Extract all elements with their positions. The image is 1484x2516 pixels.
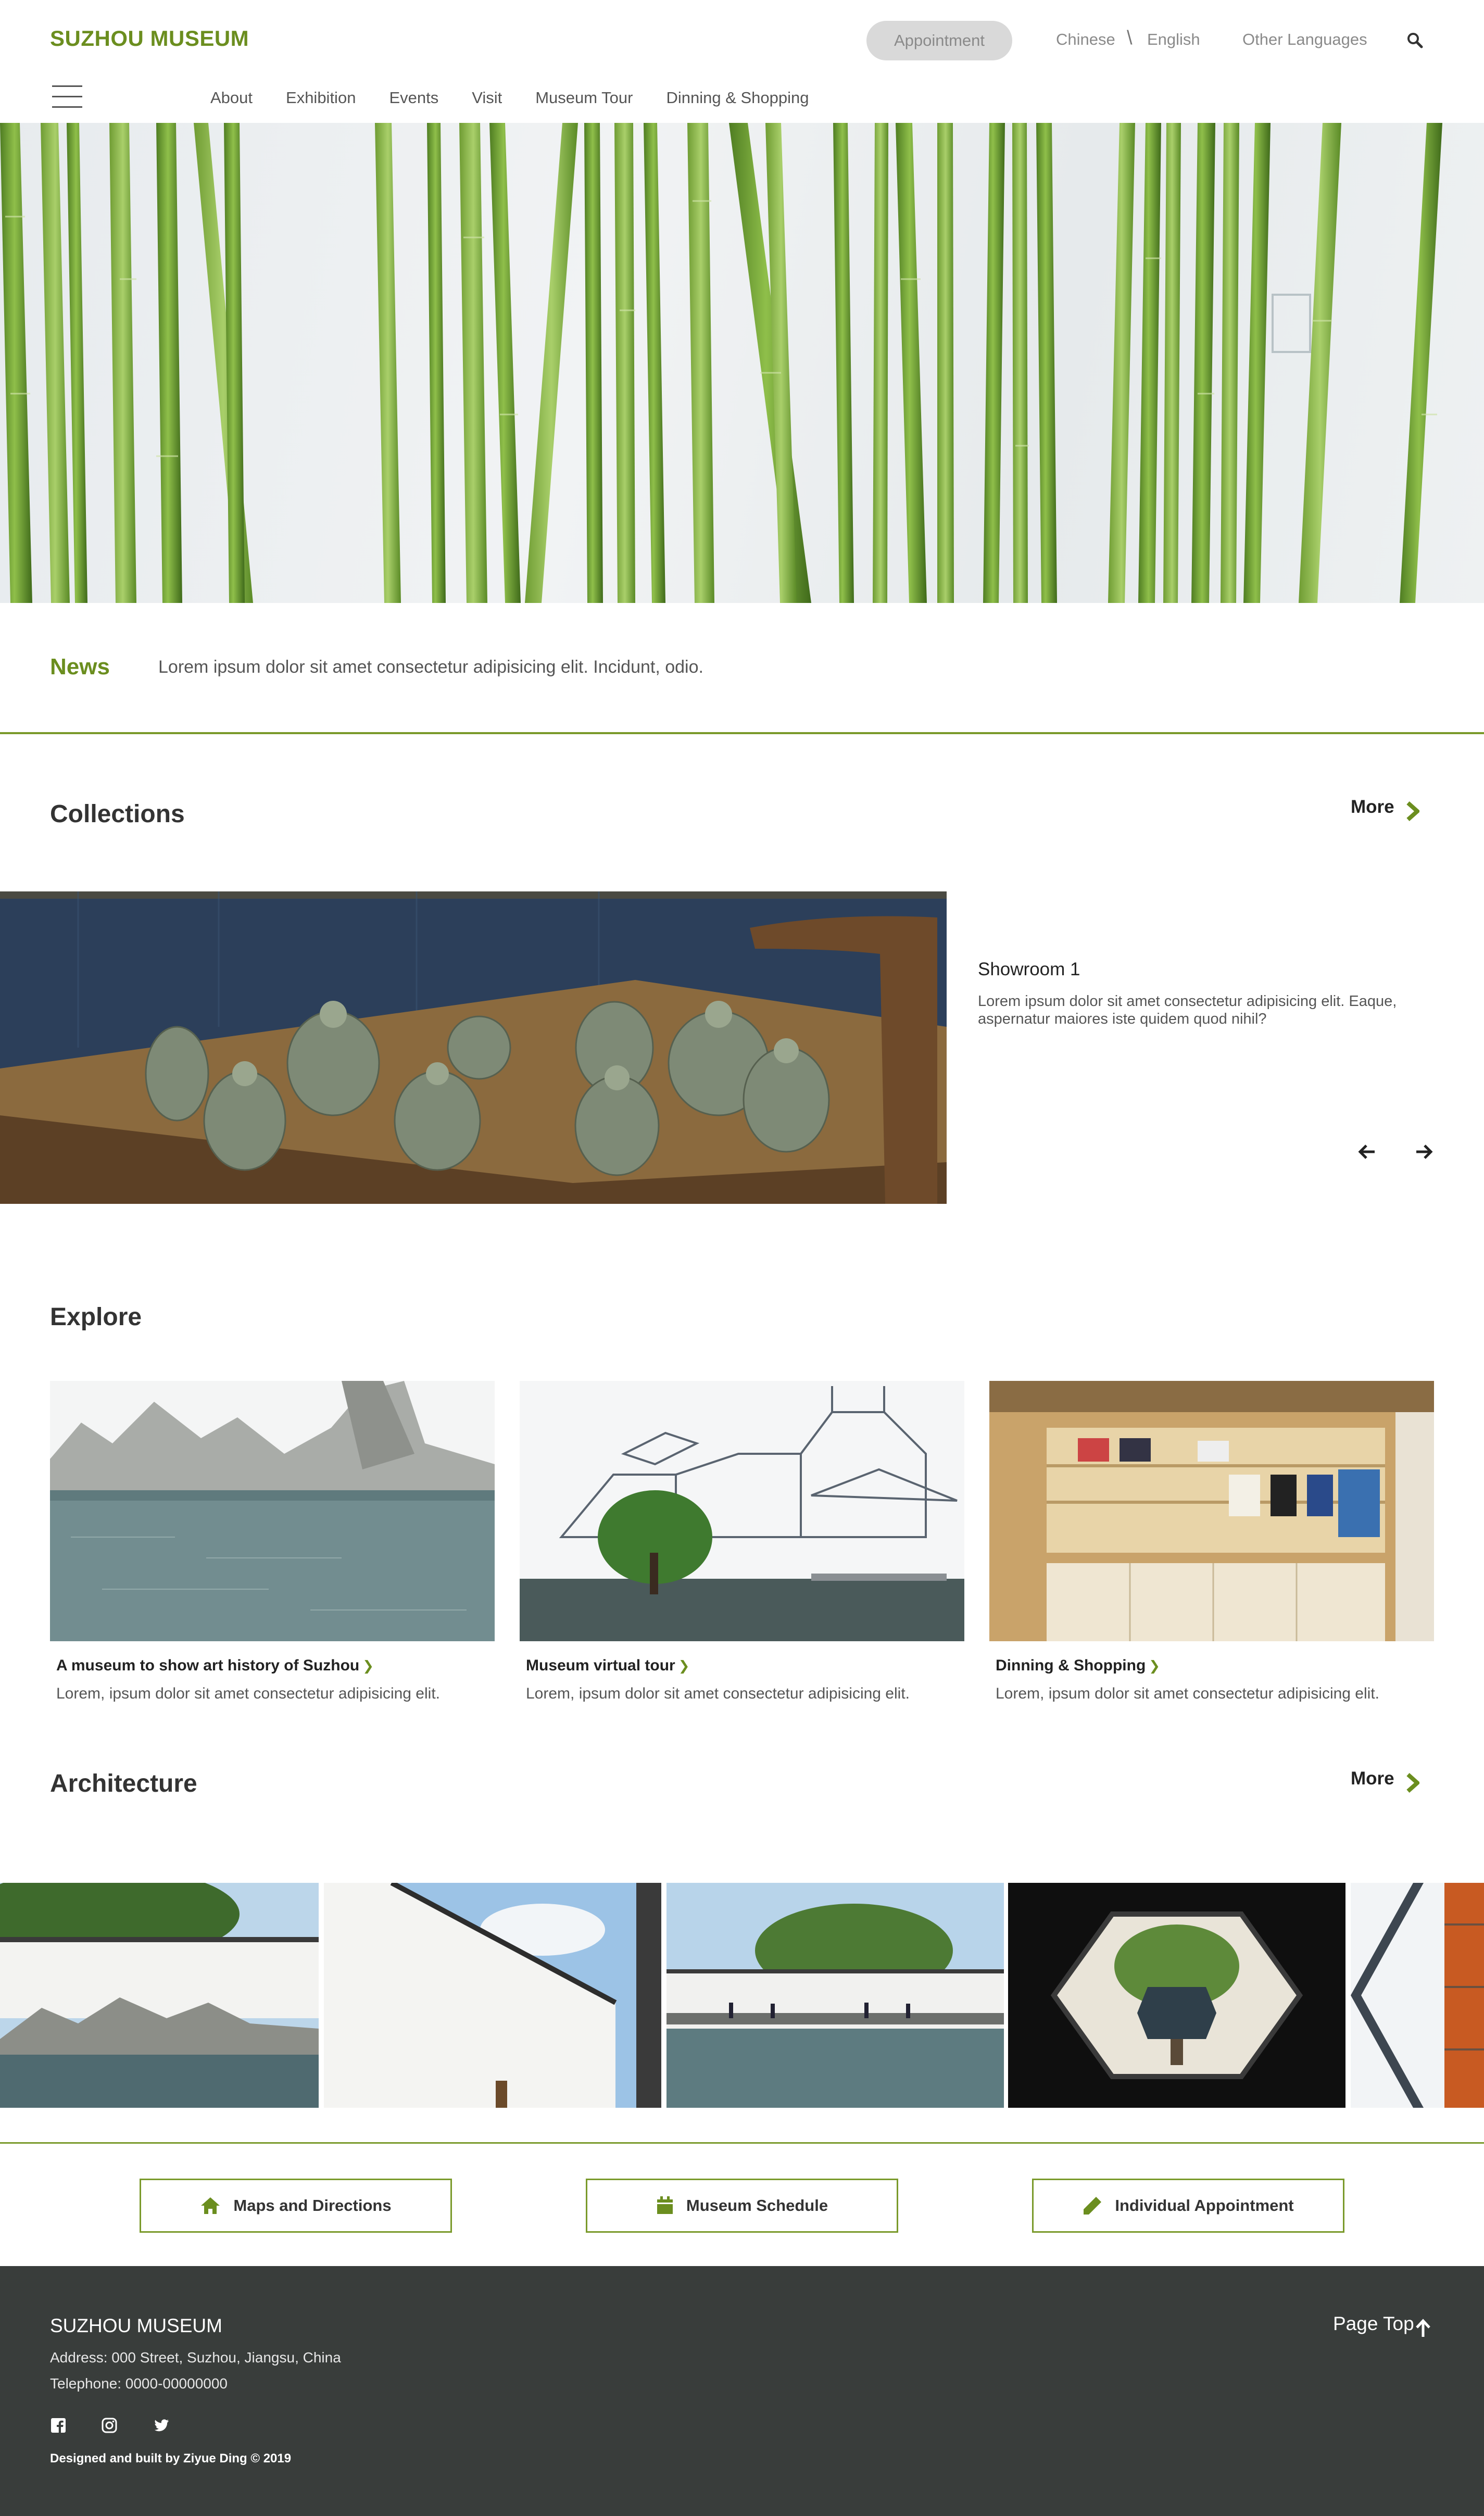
appointment-button[interactable]: Appointment: [866, 21, 1012, 60]
museum-schedule-button[interactable]: Museum Schedule: [586, 2179, 898, 2233]
individual-appointment-label[interactable]: Individual Appointment: [1115, 2196, 1293, 2215]
footer-divider: [0, 2142, 1484, 2144]
explore-card-image[interactable]: [50, 1381, 495, 1641]
chevron-right-icon[interactable]: [1406, 801, 1419, 822]
museum-schedule-label[interactable]: Museum Schedule: [686, 2196, 828, 2215]
architecture-photo[interactable]: [1008, 1883, 1345, 2108]
explore-card[interactable]: Museum virtual tour ❯ Lorem, ipsum dolor …: [520, 1381, 964, 1703]
site-footer: SUZHOU MUSEUM Address: 000 Street, Suzho…: [0, 2266, 1484, 2516]
page-top-link[interactable]: Page Top: [1333, 2313, 1414, 2335]
nav-item-visit[interactable]: Visit: [472, 89, 502, 107]
nav-item-museum-tour[interactable]: Museum Tour: [535, 89, 633, 107]
explore-card-title-text[interactable]: Dinning & Shopping: [996, 1657, 1146, 1674]
explore-card-image[interactable]: [520, 1381, 964, 1641]
calendar-icon: [657, 2196, 673, 2214]
explore-card-image[interactable]: [989, 1381, 1434, 1641]
explore-card-title[interactable]: A museum to show art history of Suzhou ❯: [56, 1657, 495, 1675]
architecture-photo[interactable]: [1351, 1883, 1484, 2108]
explore-card[interactable]: Dinning & Shopping ❯ Lorem, ipsum dolor s…: [989, 1381, 1434, 1703]
collection-carousel-image[interactable]: [0, 891, 947, 1204]
hexagon-window-photo: [1008, 1883, 1345, 2108]
chevron-right-icon[interactable]: [1406, 1772, 1419, 1793]
instagram-icon[interactable]: [101, 2417, 118, 2434]
showroom-description: Lorem ipsum dolor sit amet consectetur a…: [978, 993, 1397, 1027]
nav-item-exhibition[interactable]: Exhibition: [286, 89, 356, 107]
architecture-photo[interactable]: [0, 1883, 319, 2108]
news-text[interactable]: Lorem ipsum dolor sit amet consectetur a…: [158, 657, 703, 677]
white-wall-photo: [324, 1883, 661, 2108]
collections-more-link[interactable]: More: [1351, 797, 1394, 817]
rock-garden-photo: [50, 1381, 495, 1641]
explore-card-title[interactable]: Dinning & Shopping ❯: [996, 1657, 1434, 1675]
hero-bamboo-image: [0, 123, 1484, 603]
maps-directions-label[interactable]: Maps and Directions: [233, 2196, 391, 2215]
explore-card[interactable]: A museum to show art history of Suzhou ❯ …: [50, 1381, 495, 1703]
home-icon: [201, 2197, 220, 2214]
skylight-photo: [1351, 1883, 1484, 2108]
chevron-right-icon[interactable]: ❯: [362, 1658, 374, 1674]
chevron-right-icon[interactable]: ❯: [678, 1658, 690, 1674]
lang-chinese-link[interactable]: Chinese: [1056, 30, 1115, 49]
search-icon[interactable]: [1406, 31, 1424, 49]
architecture-photo[interactable]: [324, 1883, 661, 2108]
explore-card-desc: Lorem, ipsum dolor sit amet consectetur …: [526, 1685, 910, 1702]
lang-english-link[interactable]: English: [1147, 30, 1200, 49]
showroom-title: Showroom 1: [978, 959, 1080, 979]
twitter-icon[interactable]: [153, 2417, 170, 2434]
footer-credit: Designed and built by Ziyue Ding © 2019: [50, 2451, 292, 2465]
collections-title: Collections: [50, 800, 185, 828]
explore-card-title-text[interactable]: A museum to show art history of Suzhou: [56, 1657, 359, 1674]
pencil-icon: [1084, 2197, 1102, 2215]
explore-card-title[interactable]: Museum virtual tour ❯: [526, 1657, 964, 1675]
site-logo[interactable]: SUZHOU MUSEUM: [50, 26, 249, 51]
facebook-icon[interactable]: [50, 2417, 67, 2434]
main-nav: About Exhibition Events Visit Museum Tou…: [210, 89, 842, 107]
chevron-right-icon[interactable]: ❯: [1149, 1658, 1160, 1674]
pond-courtyard-photo: [666, 1883, 1004, 2108]
architecture-photo[interactable]: [666, 1883, 1004, 2108]
bronze-vessels-photo: [0, 891, 947, 1204]
arrow-left-icon[interactable]: [1357, 1141, 1378, 1162]
footer-museum-name: SUZHOU MUSEUM: [50, 2315, 222, 2336]
footer-telephone: Telephone: 0000-00000000: [50, 2375, 228, 2392]
footer-address: Address: 000 Street, Suzhou, Jiangsu, Ch…: [50, 2349, 341, 2366]
explore-title: Explore: [50, 1303, 142, 1331]
maps-directions-button[interactable]: Maps and Directions: [140, 2179, 452, 2233]
nav-item-events[interactable]: Events: [389, 89, 438, 107]
lang-separator: \: [1127, 27, 1133, 49]
architecture-title: Architecture: [50, 1770, 197, 1797]
museum-shop-photo: [989, 1381, 1434, 1641]
architecture-more-link[interactable]: More: [1351, 1768, 1394, 1789]
explore-card-desc: Lorem, ipsum dolor sit amet consectetur …: [996, 1685, 1379, 1702]
explore-card-desc: Lorem, ipsum dolor sit amet consectetur …: [56, 1685, 440, 1702]
hamburger-menu-icon[interactable]: [52, 85, 82, 109]
nav-item-dinning-shopping[interactable]: Dinning & Shopping: [666, 89, 809, 107]
individual-appointment-button[interactable]: Individual Appointment: [1032, 2179, 1344, 2233]
explore-card-title-text[interactable]: Museum virtual tour: [526, 1657, 675, 1674]
museum-building-photo: [520, 1381, 964, 1641]
garden-wall-photo: [0, 1883, 319, 2108]
news-title: News: [50, 654, 110, 680]
arrow-up-icon[interactable]: [1414, 2318, 1432, 2338]
bamboo-illustration: [0, 123, 1442, 603]
site-header: SUZHOU MUSEUM Appointment Chinese \ Engl…: [0, 0, 1484, 123]
arrow-right-icon[interactable]: [1413, 1141, 1434, 1162]
other-languages-link[interactable]: Other Languages: [1242, 30, 1367, 49]
nav-item-about[interactable]: About: [210, 89, 253, 107]
news-divider: [0, 732, 1484, 734]
